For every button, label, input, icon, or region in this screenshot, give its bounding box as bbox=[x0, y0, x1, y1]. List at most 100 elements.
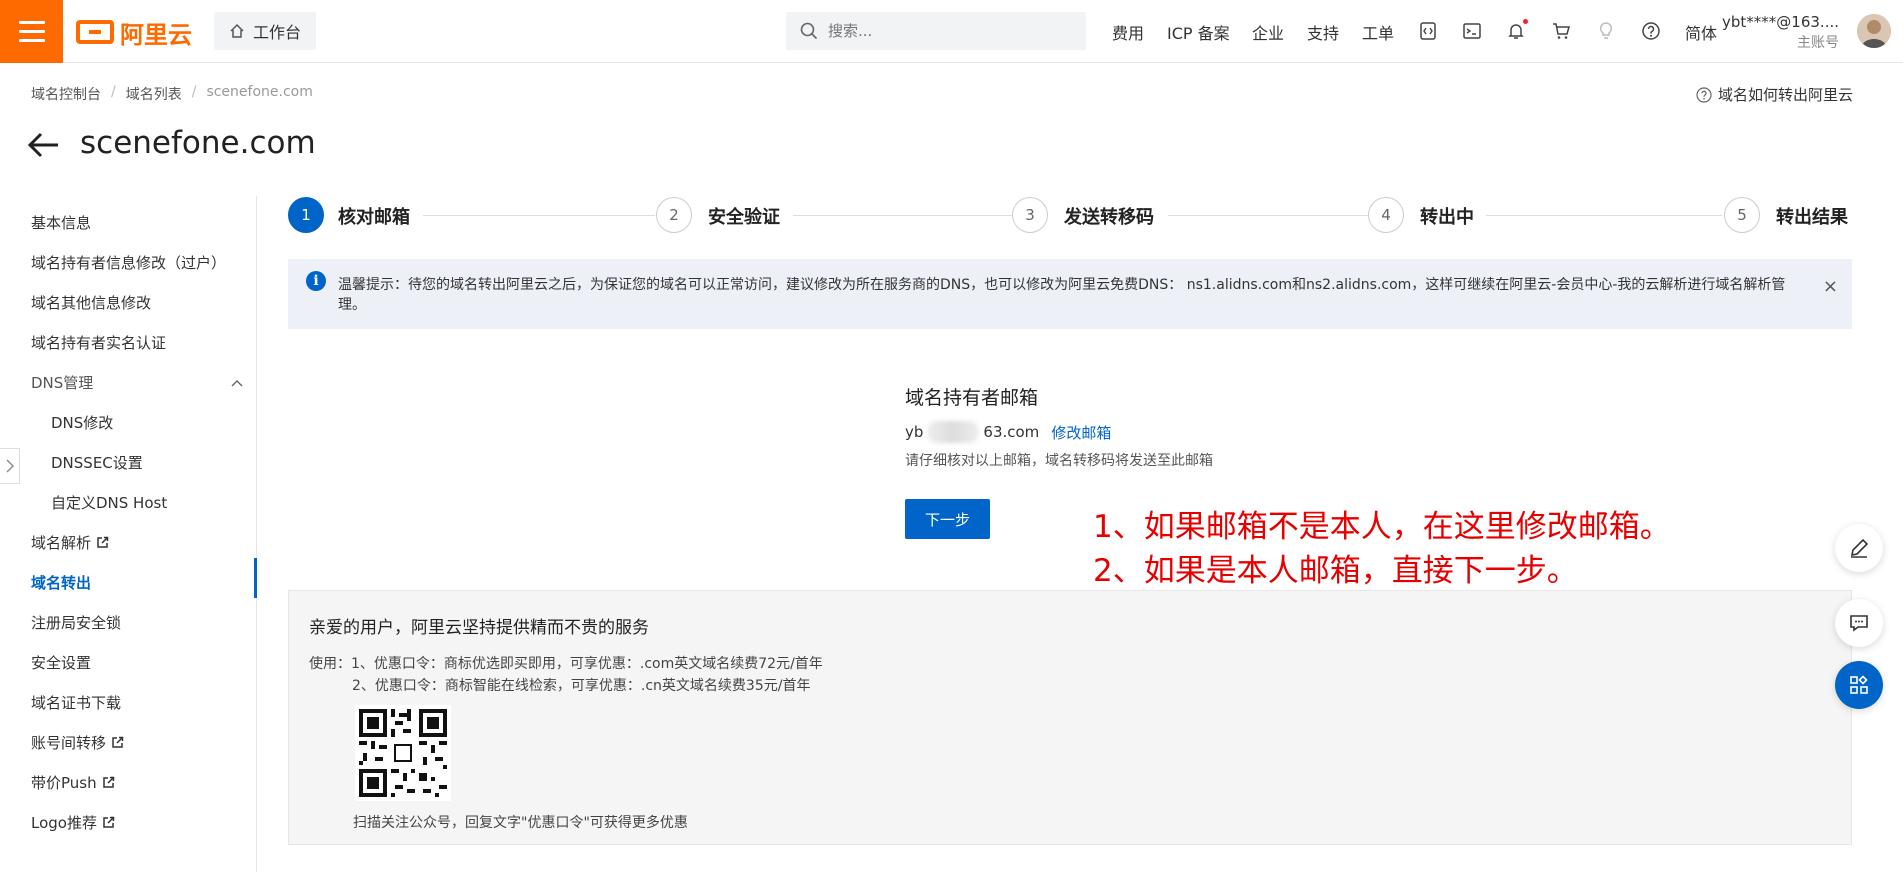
workbench-button[interactable]: 工作台 bbox=[214, 12, 316, 50]
sidebar-item-security-settings[interactable]: 安全设置 bbox=[31, 652, 91, 673]
step-1-label: 核对邮箱 bbox=[338, 207, 410, 228]
pencil-icon bbox=[1850, 538, 1869, 558]
sidebar-item-holder-change[interactable]: 域名持有者信息修改（过户） bbox=[31, 252, 226, 273]
chat-button[interactable] bbox=[1835, 599, 1883, 647]
terminal-icon[interactable] bbox=[1460, 19, 1484, 43]
step-2-label: 安全验证 bbox=[708, 207, 780, 228]
nav-enterprise[interactable]: 企业 bbox=[1252, 20, 1284, 44]
email-masked bbox=[927, 421, 980, 443]
external-link-icon bbox=[97, 536, 109, 548]
external-link-icon bbox=[112, 736, 124, 748]
sidebar-item-label: DNS管理 bbox=[31, 374, 94, 392]
cart-icon[interactable] bbox=[1549, 19, 1573, 43]
sidebar-item-other-info[interactable]: 域名其他信息修改 bbox=[31, 292, 151, 313]
promo-title: 亲爱的用户，阿里云坚持提供精而不贵的服务 bbox=[309, 618, 649, 638]
search-box[interactable] bbox=[786, 12, 1086, 50]
sidebar-item-dns-management[interactable]: DNS管理 bbox=[31, 372, 243, 393]
sidebar-item-realname[interactable]: 域名持有者实名认证 bbox=[31, 332, 166, 353]
promo-line-1: 使用：1、优惠口令：商标优选即买即用，可享优惠：.com英文域名续费72元/首年 bbox=[309, 656, 823, 672]
step-1-circle: 1 bbox=[288, 197, 324, 233]
step-connector bbox=[1168, 215, 1368, 216]
account-menu[interactable]: ybt****@163.... 主账号 bbox=[1722, 12, 1839, 54]
chat-icon bbox=[1850, 615, 1868, 632]
qr-code bbox=[355, 705, 451, 801]
avatar[interactable] bbox=[1857, 14, 1891, 48]
edit-email-link[interactable]: 修改邮箱 bbox=[1051, 422, 1111, 443]
help-icon[interactable] bbox=[1639, 19, 1663, 43]
code-icon[interactable] bbox=[1416, 19, 1440, 43]
notification-dot bbox=[1523, 19, 1528, 24]
page-title: scenefone.com bbox=[80, 125, 316, 161]
aliyun-logo-mark bbox=[76, 20, 114, 44]
dns-notice: i 温馨提示：待您的域名转出阿里云之后，为保证您的域名可以正常访问，建议修改为所… bbox=[288, 259, 1852, 329]
promo-panel: 亲爱的用户，阿里云坚持提供精而不贵的服务 使用：1、优惠口令：商标优选即买即用，… bbox=[288, 590, 1852, 845]
breadcrumb: 域名控制台 / 域名列表 / scenefone.com bbox=[31, 84, 313, 104]
sidebar-item-dns-resolve[interactable]: 域名解析 bbox=[31, 532, 109, 553]
question-icon bbox=[1696, 86, 1712, 103]
account-name: ybt****@163.... bbox=[1722, 13, 1839, 31]
sidebar-item-label: 带价Push bbox=[31, 774, 97, 792]
sidebar-item-label: 账号间转移 bbox=[31, 734, 107, 752]
step-connector bbox=[793, 215, 1015, 216]
feedback-edit-button[interactable] bbox=[1835, 524, 1883, 572]
annotation-line-2: 2、如果是本人邮箱，直接下一步。 bbox=[1093, 553, 1578, 589]
breadcrumb-domain-console[interactable]: 域名控制台 bbox=[31, 84, 101, 104]
breadcrumb-current: scenefone.com bbox=[206, 84, 313, 100]
account-type: 主账号 bbox=[1797, 35, 1839, 51]
step-3-circle: 3 bbox=[1012, 197, 1048, 233]
breadcrumb-domain-list[interactable]: 域名列表 bbox=[126, 84, 182, 104]
nav-icp[interactable]: ICP 备案 bbox=[1167, 20, 1230, 44]
holder-email: yb 63.com 修改邮箱 bbox=[905, 421, 1111, 443]
info-icon: i bbox=[306, 271, 326, 291]
email-prefix: yb bbox=[905, 423, 924, 441]
top-navbar: 阿里云 工作台 费用 ICP 备案 企业 支持 工单 简体 ybt****@16… bbox=[0, 0, 1903, 63]
workbench-label: 工作台 bbox=[252, 23, 301, 42]
email-section-title: 域名持有者邮箱 bbox=[905, 387, 1039, 409]
transfer-help-label: 域名如何转出阿里云 bbox=[1717, 86, 1853, 104]
chevron-up-icon bbox=[231, 379, 243, 386]
apps-icon bbox=[1850, 675, 1868, 694]
nav-support[interactable]: 支持 bbox=[1307, 20, 1339, 44]
apps-button[interactable] bbox=[1835, 661, 1883, 709]
sidebar-item-label: 域名解析 bbox=[31, 534, 92, 552]
sidebar: 基本信息 域名持有者信息修改（过户） 域名其他信息修改 域名持有者实名认证 DN… bbox=[0, 196, 257, 872]
step-2-circle: 2 bbox=[656, 197, 692, 233]
sidebar-item-dns-modify[interactable]: DNS修改 bbox=[51, 412, 113, 433]
external-link-icon bbox=[102, 776, 114, 788]
sidebar-collapse-toggle[interactable] bbox=[0, 448, 20, 484]
notice-text: 温馨提示：待您的域名转出阿里云之后，为保证您的域名可以正常访问，建议修改为所在服… bbox=[338, 277, 1786, 313]
menu-icon[interactable] bbox=[0, 0, 63, 63]
transfer-steps: 1 核对邮箱 2 安全验证 3 发送转移码 4 转出中 5 转出结果 bbox=[288, 197, 1848, 235]
sidebar-item-cert-download[interactable]: 域名证书下载 bbox=[31, 692, 121, 713]
nav-fees[interactable]: 费用 bbox=[1112, 20, 1144, 44]
sidebar-item-basic-info[interactable]: 基本信息 bbox=[31, 212, 91, 233]
sidebar-item-priced-push[interactable]: 带价Push bbox=[31, 772, 115, 793]
search-icon bbox=[800, 22, 818, 40]
bell-icon[interactable] bbox=[1504, 19, 1528, 43]
sidebar-item-logo-recommend[interactable]: Logo推荐 bbox=[31, 812, 115, 833]
sidebar-item-dnssec[interactable]: DNSSEC设置 bbox=[51, 452, 143, 473]
nav-ticket[interactable]: 工单 bbox=[1362, 20, 1394, 44]
sidebar-item-registry-lock[interactable]: 注册局安全锁 bbox=[31, 612, 121, 633]
step-5-label: 转出结果 bbox=[1776, 207, 1848, 228]
step-connector bbox=[1486, 215, 1722, 216]
language-switch[interactable]: 简体 bbox=[1685, 20, 1717, 44]
sidebar-item-domain-transfer-out[interactable]: 域名转出 bbox=[31, 572, 91, 593]
home-icon bbox=[230, 23, 244, 38]
step-5-circle: 5 bbox=[1724, 197, 1760, 233]
next-step-button[interactable]: 下一步 bbox=[905, 499, 990, 539]
email-hint: 请仔细核对以上邮箱，域名转移码将发送至此邮箱 bbox=[905, 453, 1213, 469]
chevron-right-icon bbox=[6, 459, 14, 473]
active-indicator bbox=[254, 558, 257, 598]
sidebar-item-account-transfer[interactable]: 账号间转移 bbox=[31, 732, 124, 753]
brand-name: 阿里云 bbox=[120, 20, 192, 49]
close-icon[interactable]: × bbox=[1823, 277, 1838, 297]
email-suffix: 63.com bbox=[983, 423, 1040, 441]
transfer-help-link[interactable]: 域名如何转出阿里云 bbox=[1696, 84, 1853, 105]
back-arrow-icon[interactable] bbox=[28, 131, 60, 159]
external-link-icon bbox=[103, 816, 115, 828]
lightbulb-icon[interactable] bbox=[1594, 19, 1618, 43]
search-input[interactable] bbox=[828, 22, 1068, 40]
sidebar-item-custom-dns-host[interactable]: 自定义DNS Host bbox=[51, 492, 167, 513]
aliyun-logo[interactable]: 阿里云 bbox=[76, 16, 192, 49]
